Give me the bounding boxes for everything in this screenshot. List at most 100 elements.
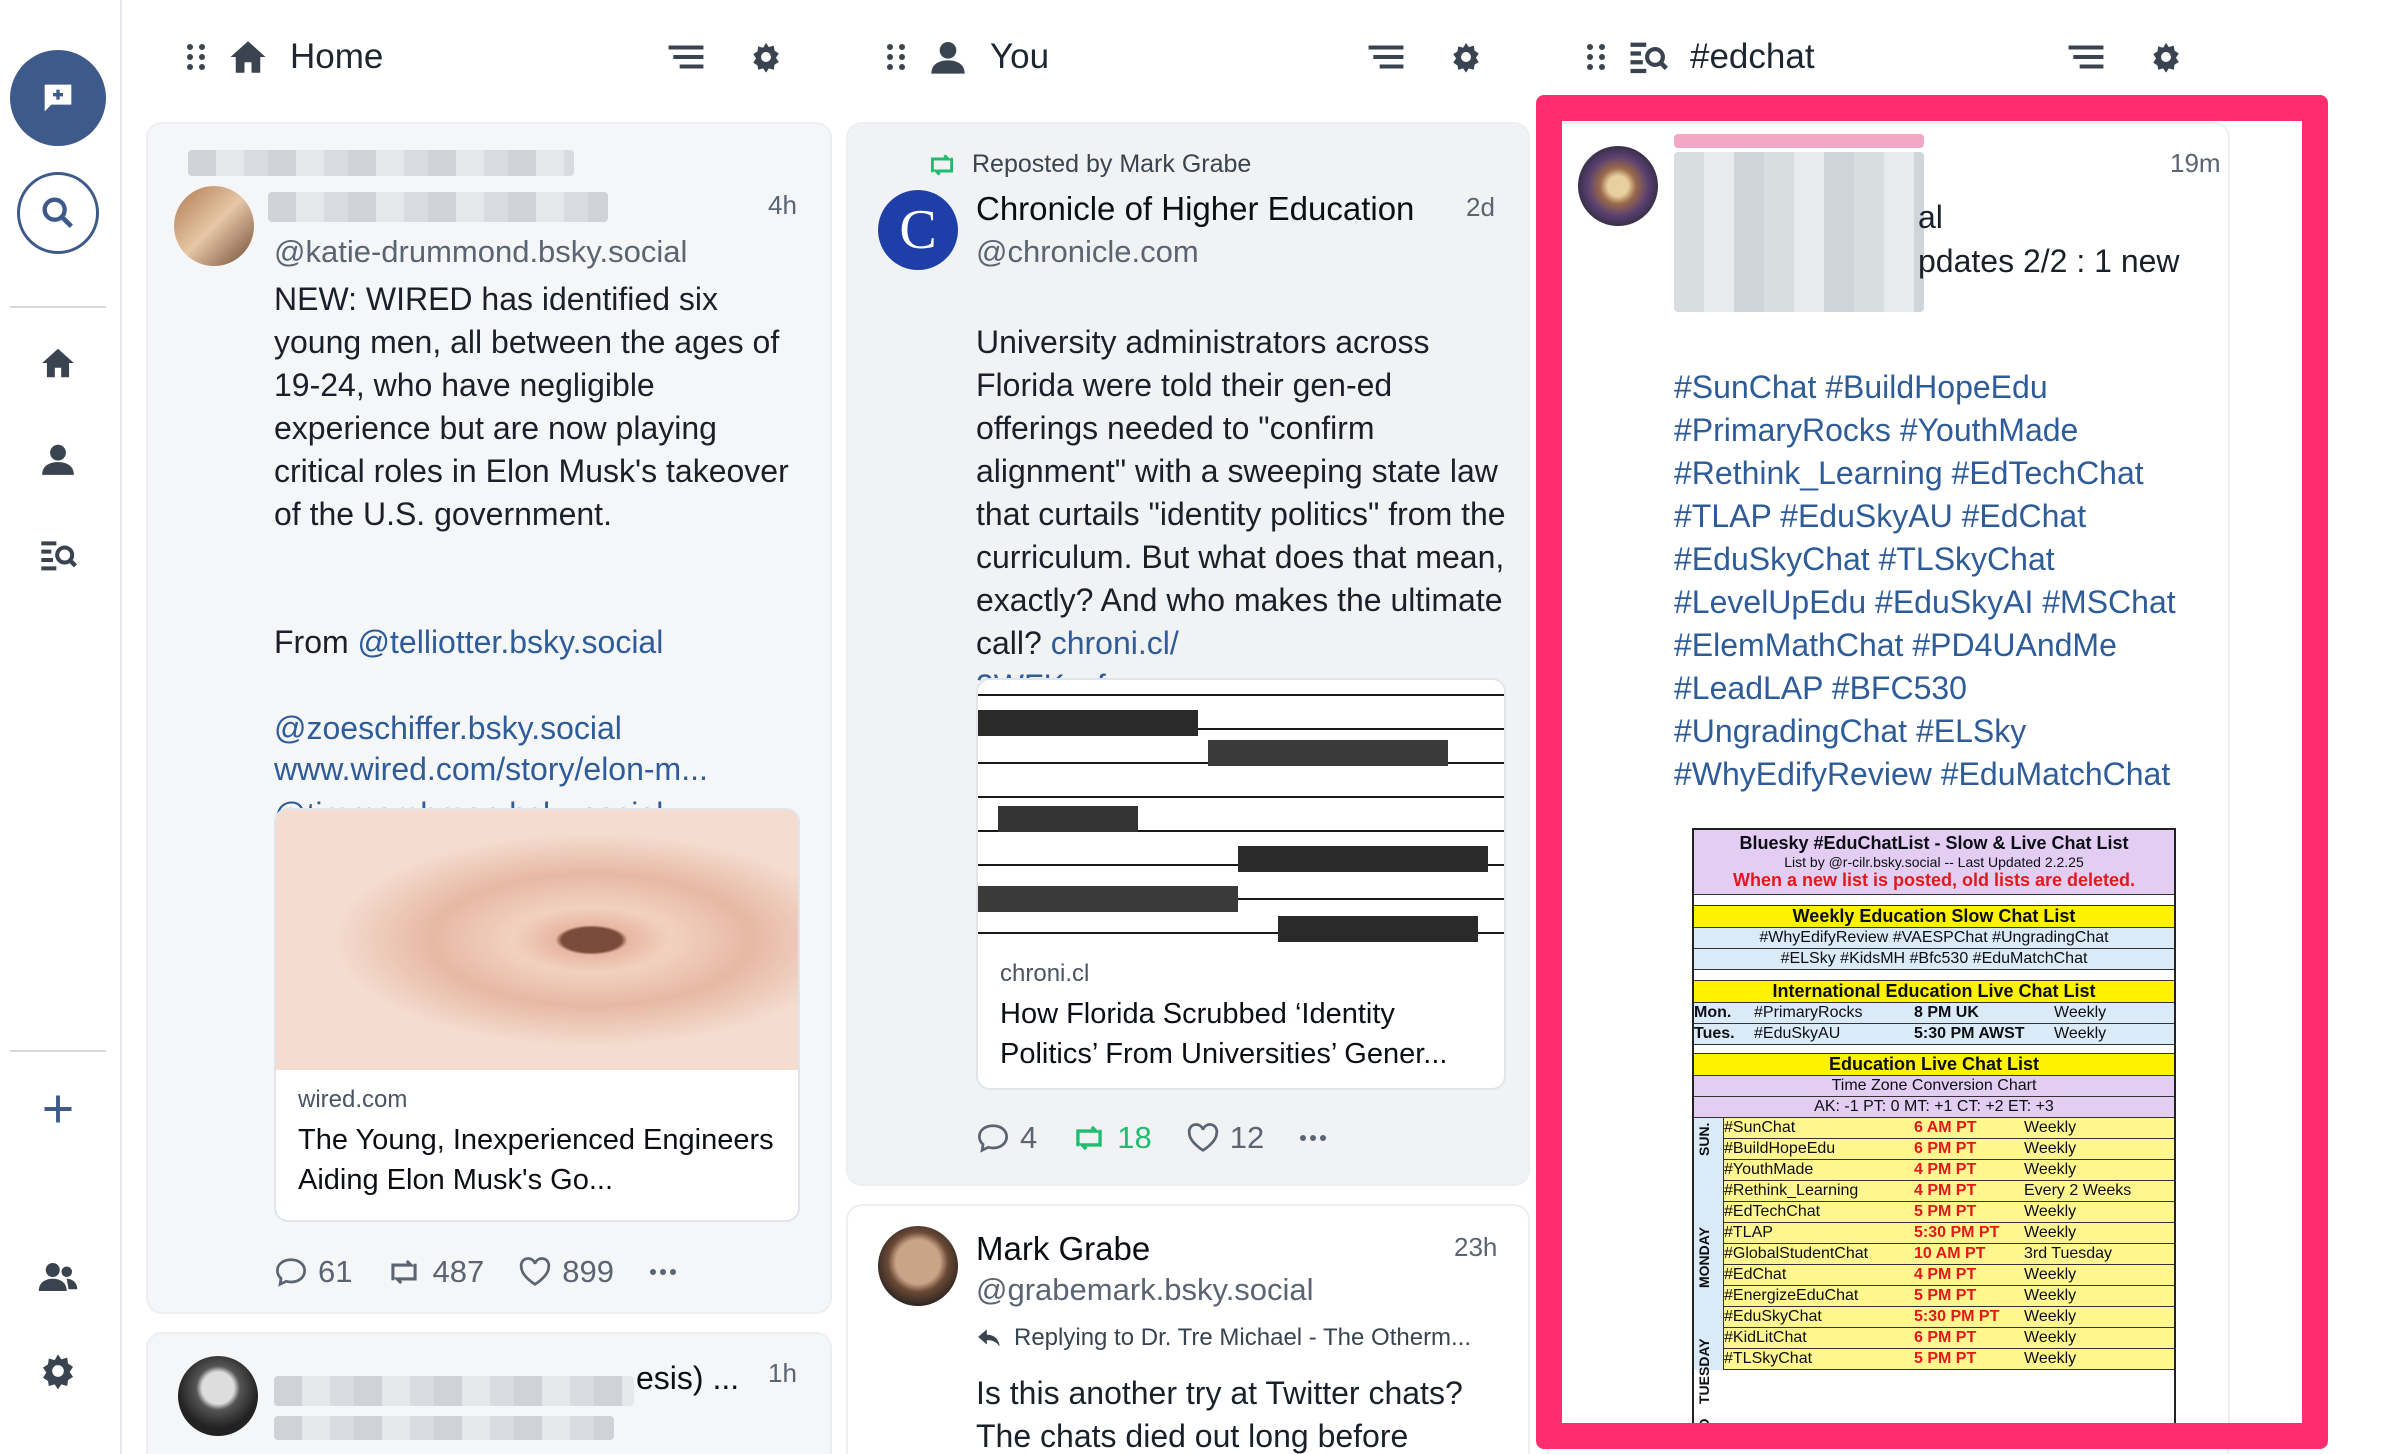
post-time: 23h <box>1454 1232 1498 1262</box>
filter-button[interactable] <box>2064 35 2108 79</box>
person-icon <box>926 35 970 79</box>
column-header-edchat: #edchat <box>1584 26 2184 88</box>
column-title: You <box>990 37 1050 76</box>
from-label: From <box>274 624 358 660</box>
reply-button[interactable]: 4 <box>976 1120 1037 1156</box>
repost-button[interactable]: 487 <box>386 1254 484 1290</box>
rail-settings-button[interactable] <box>33 1346 83 1396</box>
post-link[interactable]: chroni.cl/ <box>1051 625 1179 661</box>
reply-button[interactable]: 61 <box>274 1254 352 1290</box>
people-icon <box>38 1263 78 1291</box>
more-dots-icon <box>1300 1135 1327 1141</box>
post-mentions: From @telliotter.bsky.social @zoeschiffe… <box>274 578 814 836</box>
filter-button[interactable] <box>1364 35 1408 79</box>
filter-lines-icon <box>1368 45 1404 69</box>
avatar[interactable] <box>878 1226 958 1306</box>
embed-domain: wired.com <box>298 1086 408 1113</box>
post-actions: 61 487 899 <box>274 1254 722 1290</box>
more-options-button[interactable] <box>648 1267 688 1277</box>
post-card[interactable]: Mark Grabe 23h @grabemark.bsky.social Re… <box>846 1204 1530 1454</box>
like-count: 12 <box>1229 1120 1265 1155</box>
post-time: 4h <box>768 190 797 220</box>
column-title: Home <box>290 37 384 76</box>
post-name[interactable]: Mark Grabe <box>976 1230 1150 1268</box>
reply-context-text: Replying to Dr. Tre Michael - The Otherm… <box>1014 1324 1472 1351</box>
like-count: 899 <box>562 1254 614 1289</box>
mention-link[interactable]: @zoeschiffer.bsky.social <box>274 710 622 746</box>
compose-button[interactable] <box>10 50 106 146</box>
rail-feeds-button[interactable] <box>33 530 83 580</box>
post-handle[interactable]: @chronicle.com <box>976 234 1199 270</box>
post-url-link[interactable]: www.wired.com/story/elon-m... <box>274 748 814 791</box>
plus-icon <box>44 1095 72 1123</box>
link-embed-card[interactable]: wired.com The Young, Inexperienced Engin… <box>274 808 800 1222</box>
filter-lines-icon <box>2068 45 2104 69</box>
column-header-home: Home <box>184 26 784 88</box>
column-settings-button[interactable] <box>1444 35 1488 79</box>
search-icon <box>42 197 73 228</box>
repost-label: Reposted by Mark Grabe <box>926 150 1251 179</box>
post-time: 1h <box>768 1358 797 1388</box>
embed-title: The Young, Inexperienced Engineers Aidin… <box>298 1124 774 1196</box>
post-card[interactable]: esis) ... 1h <box>146 1332 832 1454</box>
redacted-name <box>268 192 608 222</box>
reply-arrow-icon <box>978 1329 1000 1347</box>
gear-icon <box>43 1354 73 1390</box>
post-handle[interactable]: @grabemark.bsky.social <box>976 1272 1314 1308</box>
home-icon <box>226 35 270 79</box>
highlight-box <box>1536 95 2328 1449</box>
redacted-name <box>274 1376 634 1406</box>
column-settings-button[interactable] <box>744 35 788 79</box>
drag-handle-icon[interactable] <box>1584 43 1608 71</box>
post-text-body: University administrators across Florida… <box>976 324 1506 661</box>
reply-icon <box>977 1124 1009 1153</box>
compose-icon <box>44 84 72 112</box>
post-name[interactable]: Chronicle of Higher Education <box>976 190 1414 228</box>
column-settings-button[interactable] <box>2144 35 2188 79</box>
search-button[interactable] <box>17 172 99 254</box>
avatar[interactable] <box>178 1356 258 1436</box>
rail-home-button[interactable] <box>33 338 83 388</box>
repost-button[interactable]: 18 <box>1071 1120 1152 1156</box>
reply-count: 4 <box>1020 1120 1038 1155</box>
heart-icon <box>1187 1123 1218 1152</box>
embed-thumbnail <box>978 680 1504 942</box>
repost-count: 18 <box>1117 1120 1152 1155</box>
post-card[interactable]: Reposted by Mark Grabe C Chronicle of Hi… <box>846 122 1530 1186</box>
reply-context[interactable]: Replying to Dr. Tre Michael - The Otherm… <box>976 1324 1471 1352</box>
left-rail <box>0 0 122 1454</box>
repost-label-text: Reposted by Mark Grabe <box>972 150 1252 178</box>
repost-icon <box>391 1259 418 1285</box>
link-embed-card[interactable]: chroni.cl How Florida Scrubbed ‘Identity… <box>976 678 1506 1090</box>
mention-link[interactable]: @telliotter.bsky.social <box>358 624 664 660</box>
rail-divider <box>10 1050 106 1052</box>
avatar[interactable]: C <box>878 190 958 270</box>
avatar[interactable] <box>174 186 254 266</box>
more-options-button[interactable] <box>1298 1133 1338 1143</box>
rail-people-button[interactable] <box>33 1252 83 1302</box>
drag-handle-icon[interactable] <box>884 43 908 71</box>
like-button[interactable]: 899 <box>518 1254 614 1290</box>
rail-add-column-button[interactable] <box>33 1084 83 1134</box>
heart-icon <box>520 1257 551 1286</box>
search-list-icon <box>1626 35 1670 79</box>
like-button[interactable]: 12 <box>1186 1120 1264 1156</box>
post-name: esis) ... <box>636 1360 740 1396</box>
gear-icon <box>1453 42 1479 73</box>
reply-icon <box>275 1258 307 1287</box>
redacted-name <box>188 150 574 176</box>
filter-button[interactable] <box>664 35 708 79</box>
post-text: Is this another try at Twitter chats? Th… <box>976 1375 1463 1454</box>
post-time: 2d <box>1466 192 1495 222</box>
post-text: NEW: WIRED has identified six young men,… <box>274 281 789 532</box>
post-text: University administrators across Florida… <box>976 278 1516 708</box>
post-card[interactable]: 4h @katie-drummond.bsky.social NEW: WIRE… <box>146 122 832 1314</box>
repost-icon <box>930 153 954 176</box>
filter-lines-icon <box>668 45 704 69</box>
rail-profile-button[interactable] <box>33 434 83 484</box>
gear-icon <box>2153 42 2179 73</box>
drag-handle-icon[interactable] <box>184 43 208 71</box>
embed-domain: chroni.cl <box>1000 960 1090 987</box>
post-handle[interactable]: @katie-drummond.bsky.social <box>274 234 687 270</box>
embed-thumbnail <box>276 810 798 1070</box>
